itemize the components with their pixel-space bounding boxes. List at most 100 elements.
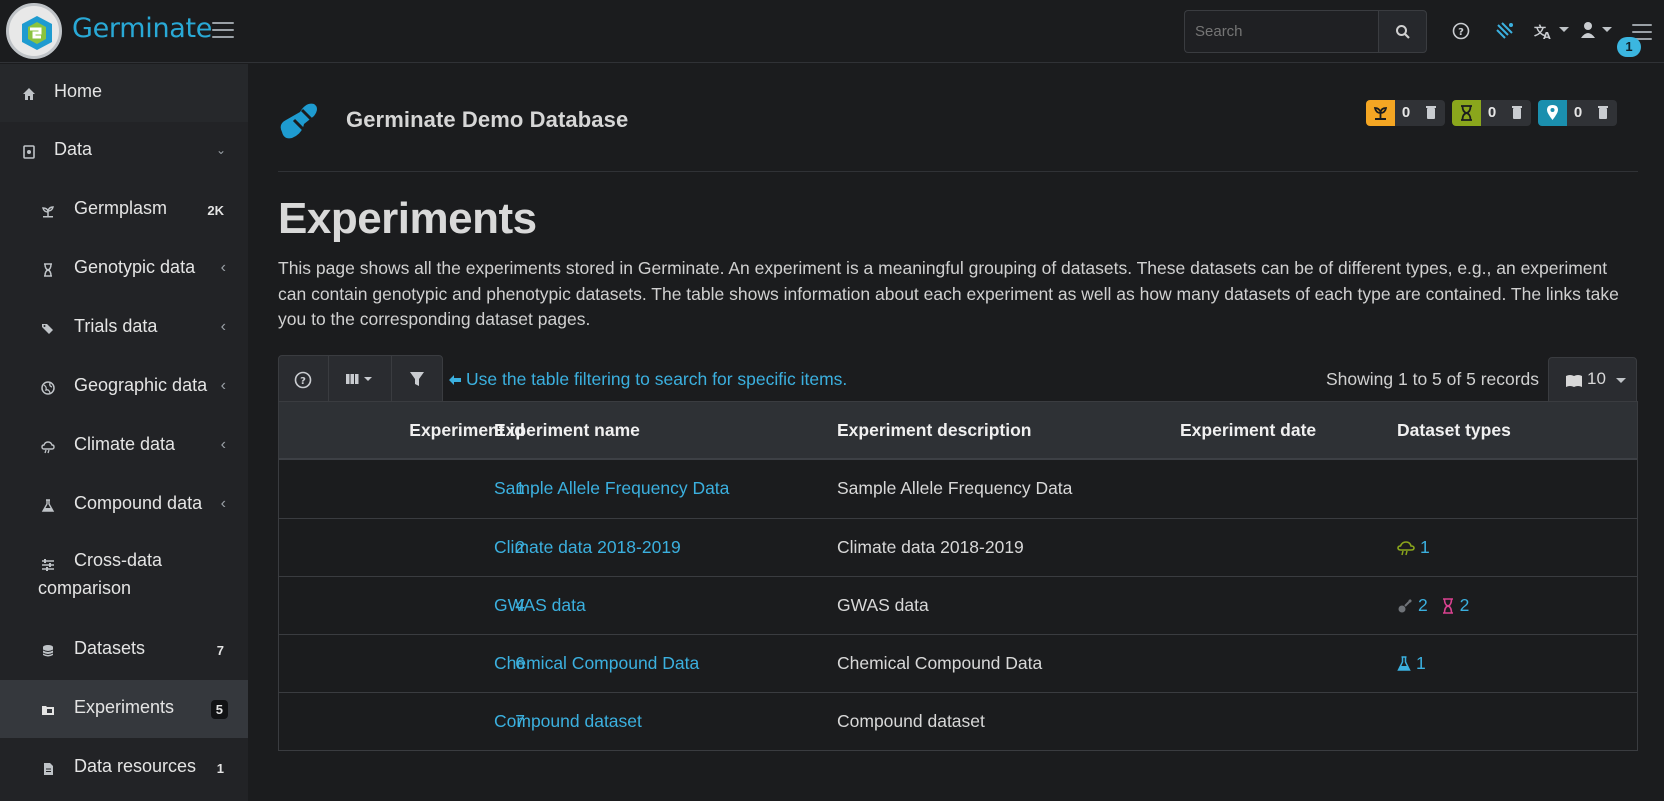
table-toolbar: ?	[278, 355, 443, 402]
sidebar-item-genotypic-data[interactable]: Genotypic data ‹	[0, 240, 248, 298]
gwas-icon	[1398, 598, 1412, 612]
data-icon	[23, 145, 35, 159]
sidebar-item-label: Geographic data	[74, 375, 208, 395]
svg-text:?: ?	[300, 376, 306, 387]
search-input[interactable]	[1184, 10, 1378, 53]
main-content: Germinate Demo Database 0 0 0 Experiment…	[248, 64, 1664, 801]
filter-hint-text: Use the table filtering to search for sp…	[466, 369, 848, 389]
database-title: Germinate Demo Database	[346, 107, 629, 132]
sidebar-item-label: Trials data	[74, 316, 158, 336]
dataset-types: 1	[1397, 653, 1434, 677]
chevron-left-icon: ‹	[220, 436, 226, 453]
column-header-description[interactable]: Experiment description	[837, 420, 1032, 441]
hourglass-icon	[44, 263, 52, 277]
filter-icon	[410, 372, 424, 386]
sidebar-item-geographic-data[interactable]: Geographic data ‹	[0, 358, 248, 416]
experiment-name-link[interactable]: GWAS data	[494, 595, 586, 616]
sidebar-toggle-icon[interactable]	[212, 22, 234, 40]
page-title: Experiments	[278, 194, 537, 243]
marked-markers-count: 0	[1481, 100, 1503, 126]
flask-icon	[41, 499, 55, 512]
sidebar-item-label: Climate data	[74, 434, 176, 454]
experiment-name-link[interactable]: Chemical Compound Data	[494, 653, 699, 674]
trash-icon[interactable]	[1589, 100, 1617, 126]
dataset-types: 2 2	[1397, 595, 1477, 619]
dataset-type-compound[interactable]: 1	[1397, 653, 1426, 674]
table-help-button[interactable]: ?	[279, 356, 329, 401]
marked-germplasm-count: 0	[1395, 100, 1417, 126]
marked-locations-count: 0	[1567, 100, 1589, 126]
dataset-type-count: 2	[1459, 595, 1470, 615]
sidebar-item-home[interactable]: Home	[0, 64, 248, 122]
column-header-date[interactable]: Experiment date	[1180, 420, 1316, 441]
column-toggle-button[interactable]	[329, 356, 392, 401]
count-badge: 7	[216, 643, 224, 658]
sidebar-item-data-resources[interactable]: Data resources 1	[0, 739, 248, 797]
sidebar-item-datasets[interactable]: Datasets 7	[0, 621, 248, 679]
sidebar-item-label: Data	[54, 139, 93, 159]
globe-icon	[41, 381, 55, 395]
dark-mode-icon[interactable]	[1494, 21, 1516, 46]
sidebar-item-label: Home	[54, 81, 103, 101]
help-icon[interactable]: ?	[1451, 21, 1471, 46]
sidebar-item-label: Compound data	[74, 493, 203, 513]
table-row: 6 Chemical Compound Data Chemical Compou…	[279, 634, 1637, 692]
marked-locations-group: 0	[1538, 100, 1617, 126]
table-row: 7 Compound dataset Compound dataset	[279, 692, 1637, 750]
location-pin-icon[interactable]	[1538, 100, 1567, 126]
per-page-select[interactable]: 10	[1548, 357, 1637, 402]
weather-icon	[41, 441, 55, 454]
sidebar-item-cross-data-comparison[interactable]: Cross-data comparison	[0, 535, 248, 615]
marked-germplasm-group: 0	[1366, 100, 1445, 126]
experiment-description: GWAS data	[837, 595, 929, 615]
experiment-description: Sample Allele Frequency Data	[837, 478, 1073, 498]
search-button[interactable]	[1378, 10, 1427, 53]
help-icon: ?	[294, 371, 312, 389]
dataset-type-count: 1	[1416, 653, 1426, 673]
sidebar: Home Data ⌄ Germplasm 2K Genotypic data …	[0, 64, 248, 801]
experiment-name-link[interactable]: Sample Allele Frequency Data	[494, 478, 729, 499]
germplasm-icon[interactable]	[1366, 100, 1395, 126]
record-count: Showing 1 to 5 of 5 records	[1326, 369, 1540, 389]
germinate-logo-mark	[22, 16, 52, 50]
home-icon	[23, 88, 35, 100]
page-description: This page shows all the experiments stor…	[278, 258, 1619, 329]
count-badge: 1	[216, 761, 224, 776]
notification-badge[interactable]: 1	[1617, 37, 1641, 57]
experiment-description: Chemical Compound Data	[837, 653, 1043, 673]
trash-icon[interactable]	[1417, 100, 1445, 126]
dataset-type-climate[interactable]: 1	[1397, 537, 1430, 558]
sidebar-item-trials-data[interactable]: Trials data ‹	[0, 299, 248, 357]
dataset-type-count: 1	[1420, 537, 1430, 557]
column-header-name[interactable]: Experiment name	[494, 420, 640, 441]
user-icon[interactable]	[1580, 21, 1612, 44]
sidebar-item-data[interactable]: Data ⌄	[0, 122, 248, 180]
sidebar-item-compound-data[interactable]: Compound data ‹	[0, 476, 248, 534]
experiment-name-link[interactable]: Climate data 2018-2019	[494, 537, 681, 558]
table-header: Experiment id Experiment name Experiment…	[279, 402, 1637, 460]
trash-icon[interactable]	[1503, 100, 1531, 126]
experiment-description: Climate data 2018-2019	[837, 537, 1024, 557]
svg-text:A: A	[1543, 31, 1551, 41]
column-header-dataset-types[interactable]: Dataset types	[1397, 420, 1511, 441]
sidebar-item-climate-data[interactable]: Climate data ‹	[0, 417, 248, 475]
dataset-type-gwas[interactable]: 2	[1397, 595, 1428, 616]
sidebar-item-label: Germplasm	[74, 198, 168, 218]
dataset-type-genotype[interactable]: 2	[1441, 595, 1470, 616]
sidebar-item-label: Datasets	[74, 638, 146, 658]
germinate-logo[interactable]	[6, 3, 62, 59]
count-badge: 2K	[207, 203, 224, 218]
hourglass-icon[interactable]	[1452, 100, 1481, 126]
sidebar-item-label: Cross-data comparison	[38, 550, 163, 598]
file-icon	[44, 763, 53, 775]
sidebar-item-experiments[interactable]: Experiments 5	[0, 680, 248, 738]
book-open-icon	[1566, 375, 1582, 387]
experiment-name-link[interactable]: Compound dataset	[494, 711, 642, 732]
columns-icon	[346, 374, 372, 384]
chevron-left-icon: ‹	[220, 495, 226, 512]
sidebar-item-germplasm[interactable]: Germplasm 2K	[0, 181, 248, 239]
brand-name[interactable]: Germinate	[72, 13, 212, 44]
svg-text:?: ?	[1458, 27, 1464, 38]
language-icon[interactable]: 文A	[1533, 21, 1569, 46]
filter-button[interactable]	[392, 356, 442, 401]
